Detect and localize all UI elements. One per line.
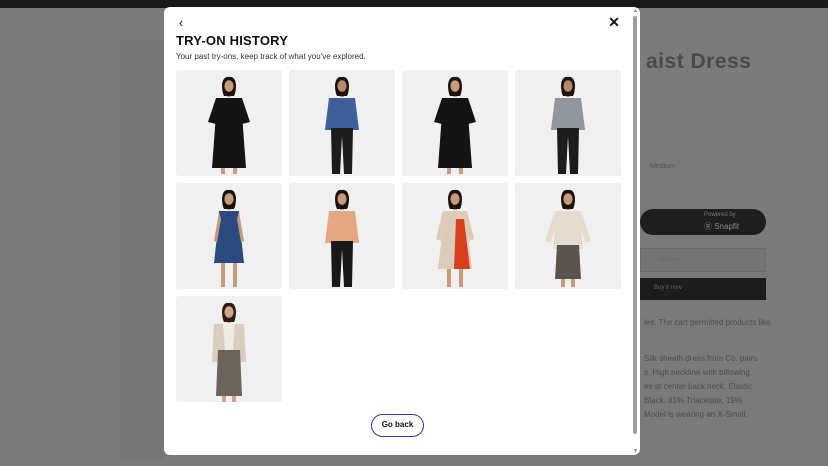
background-paragraph-1: les. The cart permitted products like [644,318,771,327]
try-on-thumbnail-blue-printed-tee-man[interactable] [289,70,395,176]
background-pill-caption: Powered by [704,212,736,218]
try-on-thumbnail-printed-kurta-red-panel-woman[interactable] [402,183,508,289]
try-on-figure [176,296,282,402]
background-product-title: aist Dress [646,50,752,73]
background-try-on-button [640,209,766,235]
modal-subtitle: Your past try-ons, keep track of what yo… [176,52,366,61]
background-line: es at center back neck. Elastic [644,382,753,391]
try-on-figure [402,70,508,176]
modal-scrollbar[interactable]: ▲ ▼ [633,8,638,454]
go-back-button[interactable]: Go back [371,414,424,437]
try-on-figure [515,183,621,289]
background-paragraph-2: Silk sheath dress from Co. pairs s. High… [644,352,784,422]
try-on-thumbnail-blue-sheath-dress-woman[interactable] [176,183,282,289]
background-pill-label: Ⓡ Snapfit [704,222,740,231]
modal-title: TRY-ON HISTORY [176,33,289,48]
background-line: Silk sheath dress from Co. pairs [644,354,758,363]
background-buy-button: Buy it now [640,278,766,300]
background-panel [120,40,164,460]
try-on-history-modal: ‹ ✕ TRY-ON HISTORY Your past try-ons, ke… [164,7,640,455]
try-on-thumbnail-black-midi-dress-woman-2[interactable] [402,70,508,176]
background-buy-label: Buy it now [654,285,682,291]
back-arrow-icon[interactable]: ‹ [174,15,188,31]
try-on-figure [402,183,508,289]
try-on-figure [289,183,395,289]
try-on-thumbnail-black-midi-dress-woman[interactable] [176,70,282,176]
try-on-figure [515,70,621,176]
close-icon[interactable]: ✕ [606,14,622,30]
background-size-option: Medium [650,163,675,170]
try-on-thumbnail-grey-shirt-man[interactable] [515,70,621,176]
try-on-figure [289,70,395,176]
scroll-up-arrow-icon[interactable]: ▲ [633,8,638,14]
background-line: Black. 81% Triacetate, 19% [644,396,742,405]
scroll-down-arrow-icon[interactable]: ▼ [633,448,638,454]
try-on-thumbnail-peach-top-black-pants-woman[interactable] [289,183,395,289]
background-input-placeholder: Gift card [657,257,680,263]
try-on-grid [176,70,621,402]
background-line: Model is wearing an X-Small. [644,410,748,419]
background-line: s. High neckline with billowing [644,368,750,377]
try-on-thumbnail-blazer-grey-skirt-woman[interactable] [176,296,282,402]
scrollbar-thumb[interactable] [633,16,637,434]
try-on-figure [176,183,282,289]
background-input: Gift card [640,248,766,272]
try-on-figure [176,70,282,176]
try-on-thumbnail-floral-top-grey-skirt-woman[interactable] [515,183,621,289]
